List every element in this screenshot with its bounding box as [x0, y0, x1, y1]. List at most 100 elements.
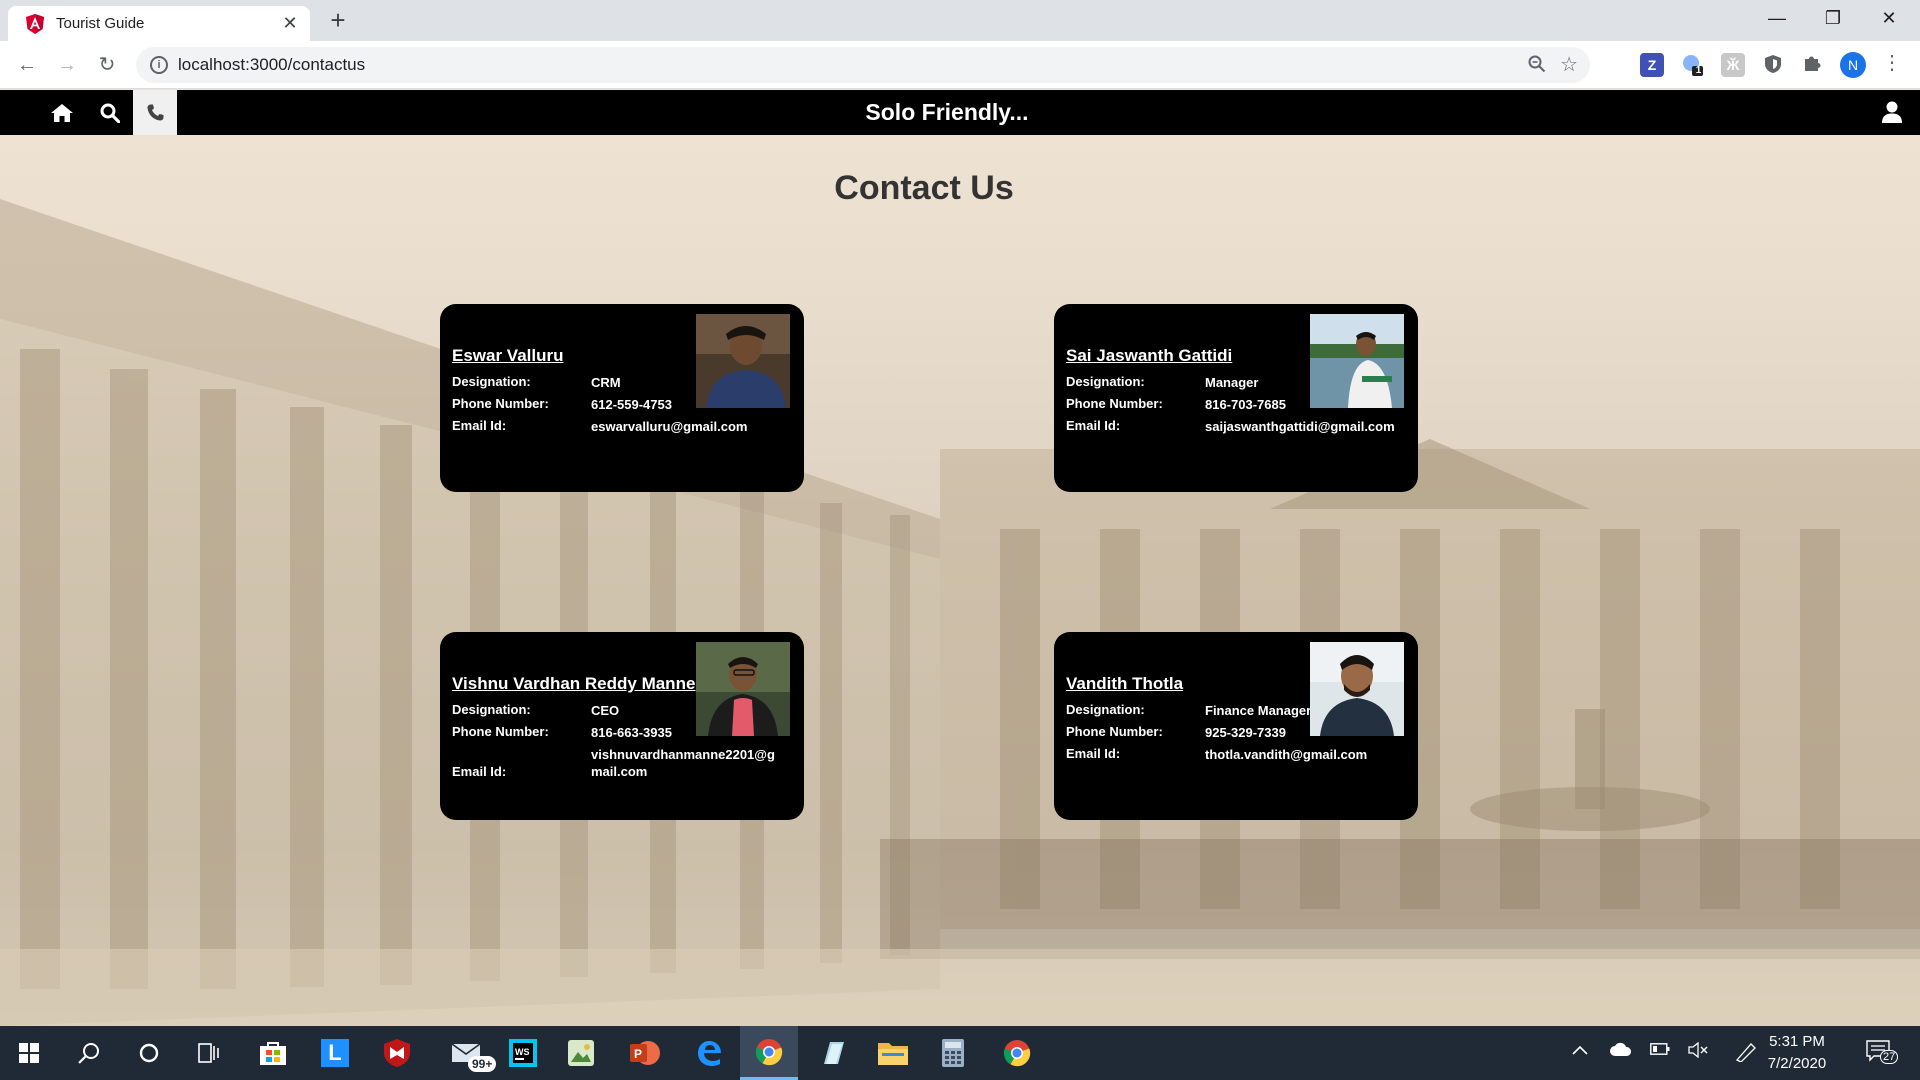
taskbar-edge[interactable] [680, 1026, 738, 1080]
nav-contact[interactable] [133, 90, 177, 135]
mail-badge: 99+ [468, 1056, 497, 1072]
designation-label: Designation: [1066, 374, 1145, 389]
email-label: Email Id: [452, 764, 507, 779]
taskbar-search[interactable] [60, 1026, 118, 1080]
phone-label: Phone Number: [1066, 724, 1163, 739]
nav-home[interactable] [40, 90, 84, 135]
taskbar-notes[interactable] [804, 1026, 862, 1080]
battery-icon[interactable] [1650, 1042, 1670, 1060]
volume-muted-icon[interactable] [1688, 1041, 1710, 1063]
shield-extension-icon[interactable] [1761, 53, 1785, 77]
start-button[interactable] [0, 1026, 58, 1080]
back-icon[interactable]: ← [12, 50, 42, 80]
close-window-icon[interactable]: ✕ [1862, 0, 1916, 38]
bookmark-star-icon[interactable]: ☆ [1560, 52, 1578, 77]
profile-avatar[interactable]: N [1840, 52, 1866, 78]
taskbar-mcafee[interactable] [368, 1026, 426, 1080]
taskbar-file-explorer[interactable] [864, 1026, 922, 1080]
notes-icon [824, 1042, 844, 1064]
edge-icon [698, 1041, 721, 1066]
contact-photo [1310, 314, 1404, 408]
calculator-icon [942, 1039, 964, 1067]
page-viewport: Solo Friendly... Contact Us Eswar Vallur… [0, 89, 1920, 1026]
contact-name[interactable]: Sai Jaswanth Gattidi [1066, 346, 1232, 366]
restore-icon[interactable]: ❐ [1806, 0, 1860, 38]
mcafee-shield-icon [384, 1039, 410, 1067]
email-value: thotla.vandith@gmail.com [1205, 747, 1368, 762]
task-view-icon [198, 1043, 219, 1063]
phone-value: 925-329-7339 [1205, 725, 1286, 740]
email-label: Email Id: [452, 418, 507, 433]
contact-photo [1310, 642, 1404, 736]
task-view-button[interactable] [180, 1026, 238, 1080]
zoom-icon[interactable] [1528, 55, 1546, 78]
phone-icon [147, 104, 163, 121]
nav-search[interactable] [88, 90, 132, 135]
tab-title: Tourist Guide [56, 15, 145, 32]
clock-time: 5:31 PM [1769, 1033, 1825, 1050]
contact-photo [696, 314, 790, 408]
taskbar-mail[interactable]: 99+ [438, 1026, 497, 1080]
taskbar-calculator[interactable] [924, 1026, 982, 1080]
background-image [0, 199, 1920, 1026]
designation-label: Designation: [452, 374, 531, 389]
email-label: Email Id: [1066, 746, 1121, 761]
taskbar-chrome-active[interactable] [740, 1026, 798, 1080]
designation-label: Designation: [452, 702, 531, 717]
image-editor-icon [568, 1040, 594, 1066]
translate-extension-icon[interactable]: 1 [1681, 53, 1705, 77]
brand-title: Solo Friendly... [865, 99, 1029, 125]
clock-date: 7/2/2020 [1767, 1055, 1827, 1072]
zotero-extension-icon[interactable]: Z [1640, 53, 1664, 77]
taskbar-app-l[interactable]: L [306, 1026, 364, 1080]
grey-extension-icon[interactable]: Ӂ [1721, 53, 1745, 77]
taskbar-webstorm[interactable]: WS [494, 1026, 552, 1080]
taskbar-chrome[interactable] [988, 1026, 1046, 1080]
contact-name[interactable]: Eswar Valluru [452, 346, 564, 366]
powerpoint-icon: P [630, 1041, 660, 1065]
contact-name[interactable]: Vandith Thotla [1066, 674, 1183, 694]
contact-card: Sai Jaswanth Gattidi Designation: Manager… [1054, 304, 1418, 492]
angular-icon [26, 13, 44, 34]
phone-label: Phone Number: [452, 396, 549, 411]
show-hidden-icons-chevron-icon[interactable] [1572, 1042, 1588, 1060]
phone-label: Phone Number: [452, 724, 549, 739]
browser-tab[interactable]: Tourist Guide ✕ [8, 6, 310, 41]
browser-menu-icon[interactable]: ⋮ [1882, 50, 1902, 75]
contact-name[interactable]: Vishnu Vardhan Reddy Manne [452, 674, 695, 694]
store-icon [260, 1042, 286, 1065]
close-tab-icon[interactable]: ✕ [280, 13, 300, 34]
action-center-icon[interactable]: 27 [1866, 1040, 1899, 1069]
webstorm-icon: WS [509, 1039, 537, 1067]
cortana-button[interactable] [120, 1026, 178, 1080]
user-account-icon[interactable] [1882, 101, 1902, 128]
home-icon [51, 103, 73, 122]
email-value: eswarvalluru@gmail.com [591, 419, 748, 434]
taskbar-image-editor[interactable] [552, 1026, 610, 1080]
taskbar-powerpoint[interactable]: P [616, 1026, 674, 1080]
browser-tabstrip: Tourist Guide ✕ + — ❐ ✕ [0, 0, 1920, 41]
windows-taskbar: L 99+ WS P 5:31 PM 7/2/2020 27 [0, 1026, 1920, 1080]
contact-card: Vishnu Vardhan Reddy Manne Designation: C… [440, 632, 804, 820]
user-icon [1882, 101, 1902, 123]
reload-icon[interactable]: ↻ [92, 50, 122, 80]
notification-count: 27 [1880, 1050, 1899, 1064]
designation-value: Manager [1205, 375, 1259, 390]
minimize-icon[interactable]: — [1750, 0, 1804, 38]
designation-value: CRM [591, 375, 621, 390]
page-title: Contact Us [834, 169, 1014, 207]
info-icon[interactable]: i [150, 56, 168, 74]
taskbar-store[interactable] [244, 1026, 302, 1080]
browser-toolbar: ← → ↻ i localhost:3000/contactus ☆ Z 1 Ӂ… [0, 41, 1920, 89]
new-tab-button[interactable]: + [324, 6, 352, 34]
taskbar-clock[interactable]: 5:31 PM 7/2/2020 [1752, 1031, 1842, 1075]
phone-value: 816-663-3935 [591, 725, 672, 740]
url-text[interactable]: localhost:3000/contactus [178, 55, 365, 75]
onedrive-icon[interactable] [1610, 1042, 1632, 1061]
email-value: vishnuvardhanmanne2201@gmail.com [591, 747, 775, 779]
windows-logo-icon [19, 1043, 39, 1063]
forward-icon[interactable]: → [52, 50, 82, 80]
extensions-puzzle-icon[interactable] [1800, 53, 1824, 77]
contact-photo [696, 642, 790, 736]
address-bar[interactable]: i localhost:3000/contactus ☆ [136, 47, 1590, 83]
